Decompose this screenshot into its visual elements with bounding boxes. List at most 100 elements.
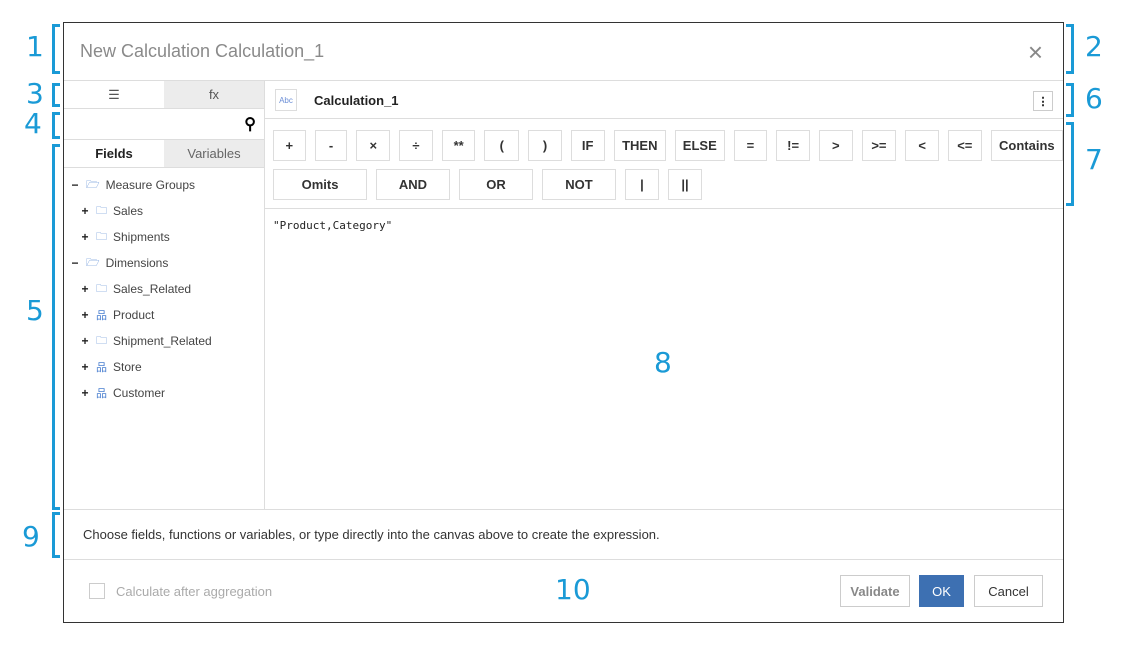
annotation-bracket [1066,122,1074,206]
annotation-label: 2 [1085,30,1103,63]
annotation-bracket [1066,24,1074,74]
operator-button[interactable]: Contains [990,130,1063,161]
folder-open-icon: 🗁 [86,178,100,191]
operator-button[interactable]: || [668,169,702,200]
ok-button[interactable]: OK [919,575,964,607]
status-message: Choose fields, functions or variables, o… [64,509,1063,560]
tab-fields[interactable]: Fields [64,140,164,167]
tree-node-label: Sales_Related [113,282,192,296]
tab-functions[interactable]: fx [164,81,264,108]
folder-icon: 🗀 [96,204,107,217]
cancel-button[interactable]: Cancel [974,575,1043,607]
expression-canvas[interactable]: "Product,Category" [265,209,1063,242]
annotation-label: 7 [1085,143,1103,176]
tree-node-label: Shipments [113,230,170,244]
calculation-name-bar: Abc Calculation_1 ⋮ [265,81,1063,119]
tree-node-label: Sales [113,204,144,218]
expand-icon[interactable]: + [80,204,90,218]
annotation-label: 10 [555,573,591,606]
operator-button[interactable]: < [905,130,939,161]
operator-button[interactable]: ) [528,130,562,161]
folder-icon: 🗀 [96,334,107,347]
tree-node[interactable]: + 🗀 Shipments [64,224,264,250]
annotation-label: 3 [26,77,44,110]
string-type-icon[interactable]: Abc [275,89,297,111]
close-icon[interactable]: × [1028,37,1043,68]
tree-node[interactable]: − 🗁 Dimensions [64,250,264,276]
hierarchy-icon: 品 [96,388,107,400]
operator-button[interactable]: != [776,130,810,161]
operator-button[interactable]: | [625,169,659,200]
calculate-after-aggregation-checkbox[interactable]: Calculate after aggregation [89,583,272,599]
operator-button[interactable]: = [733,130,768,161]
annotation-bracket [52,83,60,107]
field-tree: − 🗁 Measure Groups + 🗀 Sales + 🗀 Shipments − 🗁 Dime… [64,168,264,406]
operator-button[interactable]: IF [570,130,605,161]
annotation-label: 5 [26,294,44,327]
folder-icon: 🗀 [96,230,107,243]
search-icon[interactable]: ⚲ [244,114,256,134]
folder-icon: 🗀 [96,282,107,295]
tree-node[interactable]: + 品 Customer [64,380,264,406]
tree-node-label: Store [113,360,142,374]
operator-button[interactable]: + [273,130,306,161]
operator-button[interactable]: THEN [613,130,667,161]
operator-button[interactable]: Omits [273,169,367,200]
operator-button[interactable]: × [356,130,391,161]
dialog-title: New Calculation Calculation_1 [80,41,325,61]
operator-button[interactable]: OR [459,169,533,200]
operator-button[interactable]: >= [861,130,897,161]
operator-button[interactable]: AND [376,169,450,200]
annotation-label: 4 [24,107,42,140]
annotation-label: 1 [26,30,44,63]
operator-button[interactable]: ÷ [399,130,433,161]
tree-node[interactable]: + 🗀 Sales [64,198,264,224]
hierarchy-icon: 品 [96,310,107,322]
operator-toolbar: + - × ÷ ** () IF THEN ELSE = != > >= < <= Contains Omit… [265,119,1063,209]
checkbox-label: Calculate after aggregation [116,583,273,599]
dialog-header: New Calculation Calculation_1 × [64,23,1063,81]
expand-icon[interactable]: + [80,282,90,296]
operator-button[interactable]: NOT [542,169,616,200]
calculation-name[interactable]: Calculation_1 [314,93,399,108]
tree-node[interactable]: + 品 Product [64,302,264,328]
more-options-icon[interactable]: ⋮ [1033,91,1053,111]
tree-node-label: Customer [113,386,166,400]
tab-variables[interactable]: Variables [164,140,264,167]
expand-icon[interactable]: + [80,386,90,400]
expand-icon[interactable]: + [80,308,90,322]
operator-button[interactable]: ELSE [675,130,725,161]
annotation-bracket [1066,83,1074,117]
annotation-bracket [52,24,60,74]
annotation-bracket [52,144,60,510]
tree-node-label: Measure Groups [105,178,196,192]
tree-node-label: Product [113,308,155,322]
expand-icon[interactable]: + [80,334,90,348]
new-calculation-dialog: New Calculation Calculation_1 × ☰ fx ⚲ F… [63,22,1064,623]
annotation-label: 9 [22,520,40,553]
left-panel: ☰ fx ⚲ Fields Variables − 🗁 Measure Groups… [64,81,265,509]
tree-node[interactable]: + 🗀 Shipment_Related [64,328,264,354]
operator-button[interactable]: ( [484,130,520,161]
tree-node[interactable]: + 🗀 Sales_Related [64,276,264,302]
tree-node[interactable]: − 🗁 Measure Groups [64,172,264,198]
editor-panel: Abc Calculation_1 ⋮ + - × ÷ ** () IF THEN ELSE =!… [265,81,1063,509]
collapse-icon[interactable]: − [70,178,80,192]
operator-button[interactable]: <= [947,130,982,161]
search-box: ⚲ [64,109,264,140]
expand-icon[interactable]: + [80,360,90,374]
list-icon: ☰ [108,86,120,102]
operator-button[interactable]: - [314,130,348,161]
tree-node-label: Dimensions [105,256,169,270]
operator-button[interactable]: ** [441,130,476,161]
operator-button[interactable]: > [818,130,853,161]
collapse-icon[interactable]: − [70,256,80,270]
tree-node[interactable]: + 品 Store [64,354,264,380]
annotation-label: 6 [1085,82,1103,115]
annotation-bracket [52,512,60,558]
expand-icon[interactable]: + [80,230,90,244]
search-input[interactable] [64,109,234,138]
checkbox-box[interactable] [89,583,105,599]
validate-button[interactable]: Validate [840,575,910,607]
tab-fields-list[interactable]: ☰ [64,81,164,108]
